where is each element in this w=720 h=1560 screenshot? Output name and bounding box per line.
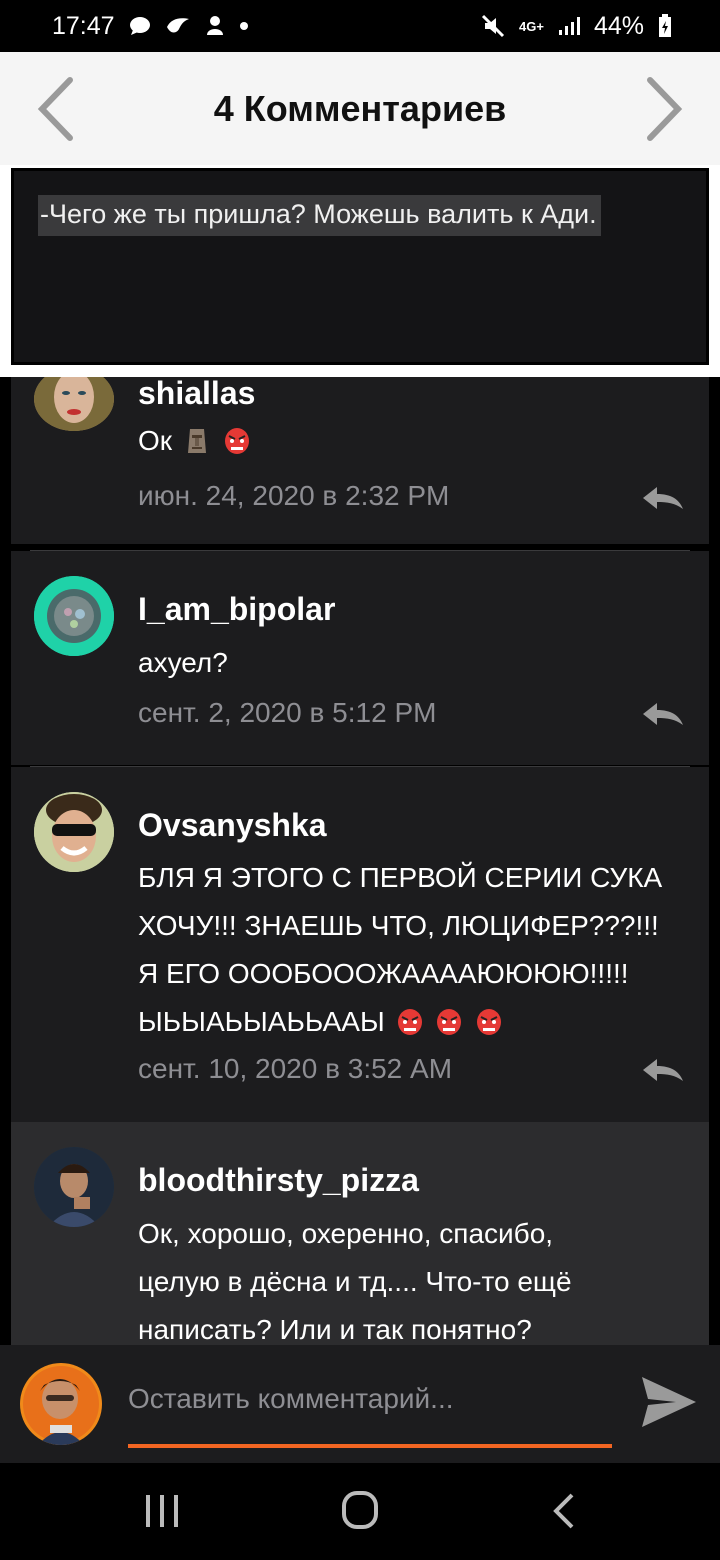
comment-item: Ovsanyshka БЛЯ Я ЭТОГО С ПЕРВОЙ СЕРИИ СУ…: [11, 767, 709, 1122]
header: 4 Комментариев: [0, 52, 720, 165]
red-mask-icon: [224, 428, 249, 454]
comment-text: ахуел?: [138, 647, 228, 678]
avatar-image: [34, 1147, 114, 1227]
comment-text: Ок, хорошо, охеренно, спасибо, целую в д…: [138, 1210, 698, 1345]
comment-feed[interactable]: shiallas Ок июн. 24, 2020 в 2:32 PM I_am…: [0, 377, 720, 1345]
quote-box: -Чего же ты пришла? Можешь валить к Ади.: [11, 168, 709, 365]
back-icon[interactable]: [540, 1491, 588, 1531]
network-type: 4G+: [519, 18, 544, 34]
user-avatar-image: [20, 1363, 102, 1445]
comment-item: I_am_bipolar ахуел? сент. 2, 2020 в 5:12…: [11, 551, 709, 765]
red-mask-icon: [477, 1009, 502, 1035]
battery-level: 44%: [593, 11, 644, 40]
comment-text-content: Ок: [138, 425, 173, 456]
home-icon[interactable]: [336, 1491, 384, 1531]
signal-icon: [558, 17, 580, 35]
avatar-image: [34, 576, 114, 656]
previous-arrow-icon[interactable]: [34, 74, 78, 144]
comment-text-line: Ок, хорошо, охеренно, спасибо,: [138, 1218, 554, 1249]
red-mask-icon: [437, 1009, 462, 1035]
comment-author[interactable]: I_am_bipolar: [138, 591, 335, 628]
reply-icon[interactable]: [641, 485, 685, 511]
comment-text-line: Я ЕГО ОООБОООЖААААЮЮЮЮ!!!!!: [138, 958, 629, 989]
dot-icon: [239, 22, 248, 30]
send-icon[interactable]: [640, 1375, 698, 1429]
comment-composer: Оставить комментарий...: [0, 1345, 720, 1463]
recent-apps-icon[interactable]: [138, 1491, 186, 1531]
comment-item: bloodthirsty_pizza Ок, хорошо, охеренно,…: [11, 1122, 709, 1345]
comment-text-line: ЫЬЫАЬЫАЬЬААЫ: [138, 1006, 385, 1037]
comment-author[interactable]: bloodthirsty_pizza: [138, 1162, 419, 1199]
comment-text: Ок: [138, 417, 698, 465]
comment-text-line: БЛЯ Я ЭТОГО С ПЕРВОЙ СЕРИИ СУКА: [138, 862, 663, 893]
avatar[interactable]: [34, 576, 114, 656]
comment-text-line: ХОЧУ!!! ЗНАЕШЬ ЧТО, ЛЮЦИФЕР???!!!: [138, 910, 659, 941]
avatar[interactable]: [34, 792, 114, 872]
comment-date: сент. 10, 2020 в 3:52 AM: [138, 1053, 453, 1084]
chat-bubble-icon: [129, 17, 150, 35]
status-bar: 17:47 4G+ 44%: [0, 0, 720, 52]
bird-icon: [166, 18, 189, 33]
notification-icon: [206, 16, 223, 35]
page-title: 4 Комментариев: [213, 87, 507, 129]
comment-date: сент. 2, 2020 в 5:12 PM: [138, 697, 437, 728]
comment-text-line: целую в дёсна и тд.... Что-то ещё: [138, 1266, 572, 1297]
user-avatar[interactable]: [20, 1363, 102, 1445]
status-left: 17:47: [52, 12, 249, 41]
battery-icon: [659, 14, 671, 37]
quote-text: -Чего же ты пришла? Можешь валить к Ади.: [38, 195, 601, 236]
system-navigation-bar: [0, 1463, 720, 1560]
moai-icon: [187, 429, 206, 453]
red-mask-icon: [397, 1009, 422, 1035]
comment-text-line-with-emojis: ЫЬЫАЬЫАЬЬААЫ: [138, 998, 698, 1046]
avatar-image: [34, 792, 114, 872]
comment-item: shiallas Ок июн. 24, 2020 в 2:32 PM: [11, 377, 709, 544]
mute-icon: [481, 14, 505, 38]
reply-icon[interactable]: [641, 1057, 685, 1083]
quote-section: -Чего же ты пришла? Можешь валить к Ади.: [0, 165, 720, 377]
comment-date: июн. 24, 2020 в 2:32 PM: [138, 480, 450, 511]
comment-input[interactable]: Оставить комментарий...: [128, 1383, 608, 1415]
comment-author[interactable]: Ovsanyshka: [138, 807, 327, 844]
status-right: 4G+ 44%: [481, 12, 672, 41]
comment-text: БЛЯ Я ЭТОГО С ПЕРВОЙ СЕРИИ СУКА ХОЧУ!!! …: [138, 854, 698, 1046]
avatar[interactable]: [34, 1147, 114, 1227]
comment-text-line: написать? Или и так понятно?: [138, 1314, 532, 1345]
reply-icon[interactable]: [641, 701, 685, 727]
status-time: 17:47: [52, 11, 115, 40]
next-arrow-icon[interactable]: [642, 74, 686, 144]
input-underline: [128, 1444, 612, 1448]
avatar[interactable]: [34, 377, 114, 431]
avatar-image: [34, 377, 114, 431]
comment-author[interactable]: shiallas: [138, 377, 255, 412]
